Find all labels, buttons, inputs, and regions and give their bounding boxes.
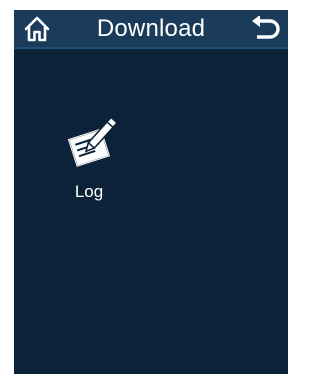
download-screen: Download Log [14, 10, 288, 374]
log-notepad-pencil-icon [67, 116, 118, 168]
log-label: Log [74, 182, 104, 201]
title-bar: Download [14, 10, 288, 49]
home-button[interactable] [22, 14, 52, 44]
log-item[interactable]: Log [54, 112, 124, 212]
page-title: Download [96, 15, 206, 42]
back-button[interactable] [250, 14, 282, 44]
home-icon [24, 16, 50, 42]
return-icon [252, 16, 280, 39]
